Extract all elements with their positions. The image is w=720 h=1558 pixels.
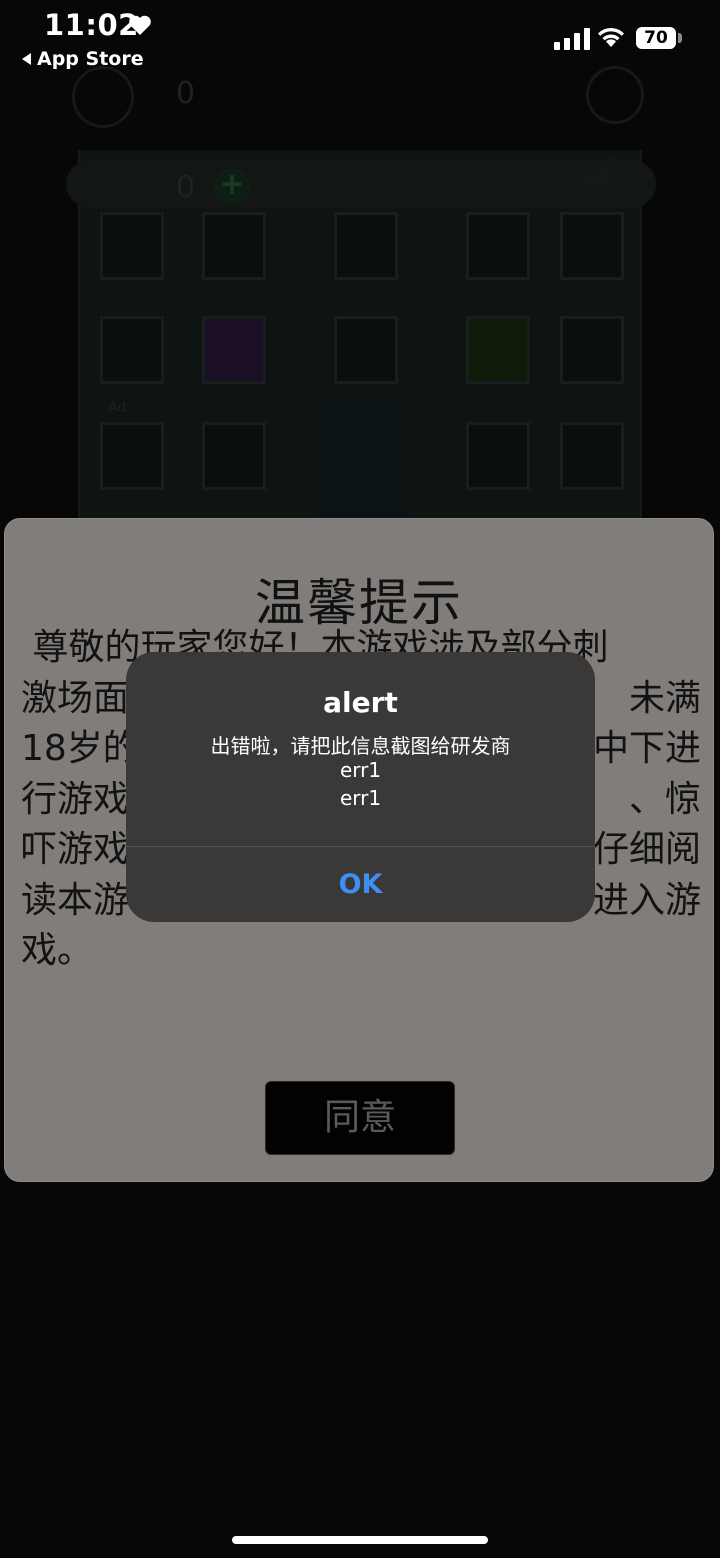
plus-icon: + xyxy=(214,168,250,204)
back-arrow-icon xyxy=(22,53,31,65)
alert-message-line: err1 xyxy=(339,758,382,782)
notice-line: 戏。 xyxy=(21,930,94,971)
alert-message-line: 出错啦，请把此信息截图给研发商 xyxy=(210,734,511,758)
signal-icon xyxy=(554,28,590,50)
window xyxy=(202,422,266,490)
window xyxy=(202,316,266,384)
window xyxy=(202,212,266,280)
settings-icon xyxy=(586,66,644,124)
window xyxy=(100,316,164,384)
home-indicator[interactable] xyxy=(232,1536,488,1544)
wifi-icon xyxy=(598,27,624,47)
back-to-app-store[interactable]: App Store xyxy=(22,48,144,70)
back-label: App Store xyxy=(37,48,144,70)
screen: 0 0 + Ad 11:02 App Store 70 温馨提示 尊敬的玩家您好… xyxy=(0,0,720,1558)
agree-button[interactable]: 同意 xyxy=(265,1081,455,1155)
battery-icon: 70 xyxy=(636,27,676,49)
window xyxy=(466,212,530,280)
target-icon xyxy=(72,66,134,128)
ad-label: Ad xyxy=(108,400,127,416)
window xyxy=(334,212,398,280)
alert-message-line: err1 xyxy=(339,786,382,810)
alert-dialog: alert 出错啦，请把此信息截图给研发商 err1 err1 OK xyxy=(126,652,595,922)
alert-title: alert xyxy=(323,686,398,719)
door xyxy=(316,404,408,520)
window xyxy=(560,316,624,384)
battery-nub xyxy=(678,33,682,43)
window xyxy=(466,316,530,384)
status-time: 11:02 xyxy=(44,8,139,42)
window xyxy=(100,212,164,280)
hud-score-top: 0 xyxy=(176,76,196,111)
heart-icon xyxy=(129,15,151,35)
window xyxy=(466,422,530,490)
window xyxy=(100,422,164,490)
window xyxy=(560,422,624,490)
ok-button[interactable]: OK xyxy=(126,847,595,922)
hud-score-second: 0 xyxy=(176,170,196,205)
hud-bar xyxy=(66,160,656,208)
window xyxy=(560,212,624,280)
window xyxy=(334,316,398,384)
